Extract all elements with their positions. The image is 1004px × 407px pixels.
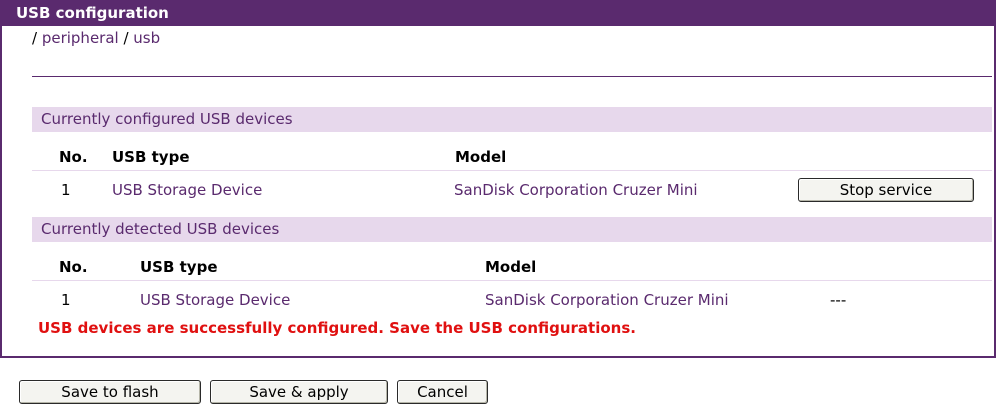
- detected-row-model: SanDisk Corporation Cruzer Mini: [485, 291, 729, 309]
- detected-header-usb-type: USB type: [140, 258, 218, 276]
- detected-devices-section-header: Currently detected USB devices: [32, 217, 992, 242]
- configured-row-no: 1: [61, 181, 71, 199]
- configured-header-no: No.: [59, 148, 88, 166]
- configured-header-divider: [32, 170, 992, 171]
- breadcrumb-link-peripheral[interactable]: peripheral: [42, 29, 119, 47]
- detected-row-usb-type: USB Storage Device: [140, 291, 291, 309]
- breadcrumb-link-usb[interactable]: usb: [133, 29, 160, 47]
- detected-header-divider: [32, 280, 992, 281]
- usb-configuration-panel: USB configuration / peripheral / usb Cur…: [0, 0, 996, 358]
- status-message: USB devices are successfully configured.…: [38, 319, 636, 337]
- cancel-button[interactable]: Cancel: [397, 380, 488, 404]
- breadcrumb-separator: /: [32, 29, 42, 47]
- detected-row-status: ---: [830, 291, 847, 309]
- stop-service-button[interactable]: Stop service: [798, 178, 974, 202]
- configured-row-model: SanDisk Corporation Cruzer Mini: [454, 181, 698, 199]
- detected-header-model: Model: [485, 258, 537, 276]
- save-to-flash-button[interactable]: Save to flash: [19, 380, 201, 404]
- panel-title: USB configuration: [2, 2, 994, 26]
- detected-row-no: 1: [61, 291, 71, 309]
- save-and-apply-button[interactable]: Save & apply: [210, 380, 388, 404]
- breadcrumb-separator: /: [118, 29, 134, 47]
- breadcrumb: / peripheral / usb: [32, 28, 160, 48]
- detected-header-no: No.: [59, 258, 88, 276]
- configured-header-usb-type: USB type: [112, 148, 190, 166]
- configured-devices-section-header: Currently configured USB devices: [32, 107, 992, 132]
- configured-row-usb-type: USB Storage Device: [112, 181, 263, 199]
- configured-header-model: Model: [455, 148, 507, 166]
- breadcrumb-divider: [32, 76, 992, 77]
